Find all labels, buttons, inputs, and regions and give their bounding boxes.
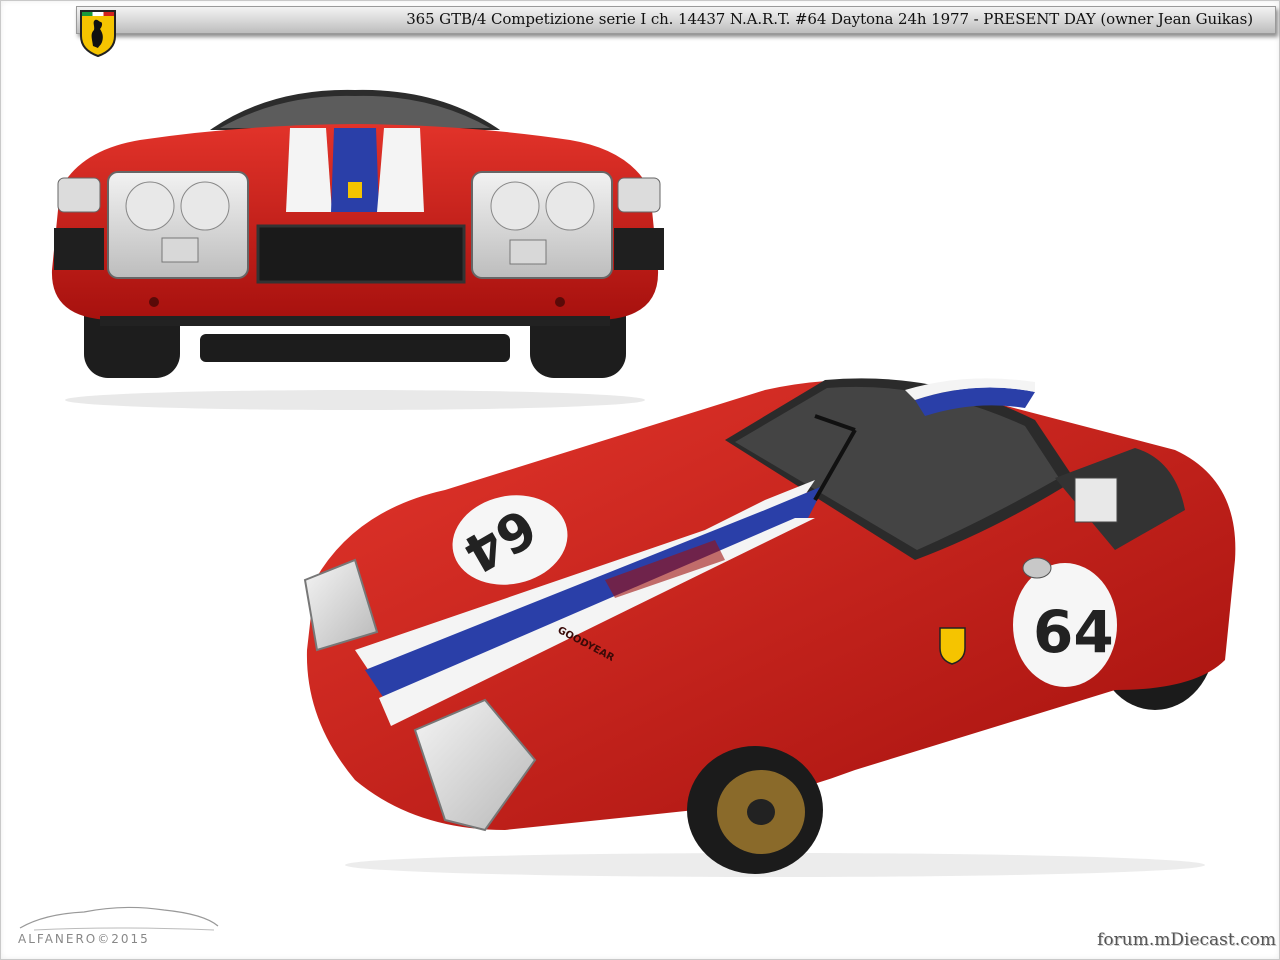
forum-watermark-text: forum.mDiecast.com (1097, 930, 1276, 950)
car-silhouette-icon (19, 906, 219, 931)
title-bar: 365 GTB/4 Competizione serie I ch. 14437… (76, 6, 1276, 34)
car-three-quarter-view-photo: 64 64 GOODYEAR (303, 378, 1236, 877)
page-title: 365 GTB/4 Competizione serie I ch. 14437… (406, 10, 1253, 28)
forum-watermark: forum.mDiecast.com (1062, 926, 1278, 954)
ferrari-shield-icon (80, 10, 116, 58)
alfanero-logo-text: ALFANERO©2015 (18, 932, 150, 946)
alfanero-logo: ALFANERO©2015 (14, 900, 224, 948)
door-race-number: 64 (1033, 598, 1114, 666)
